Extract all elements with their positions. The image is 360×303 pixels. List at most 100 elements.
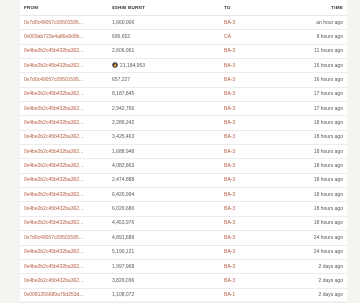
burnt-amount-cell: 3,829,036 xyxy=(108,273,220,289)
burnt-amount: 695,652 xyxy=(112,34,131,41)
to-cell: BA-3 xyxy=(220,230,275,246)
from-address-link[interactable]: 0x4be2b2c45b432ba362... xyxy=(24,163,83,169)
time-cell: 17 hours ago xyxy=(275,87,347,103)
to-link[interactable]: BA-3 xyxy=(224,77,235,83)
burnt-amount-cell: 2,606,961 xyxy=(108,44,220,60)
burnt-amount: 2,606,961 xyxy=(112,48,135,55)
from-address-link[interactable]: 0x4be2b2c45b432ba362... xyxy=(24,177,83,183)
column-header-to: TO xyxy=(220,0,275,16)
to-link[interactable]: BA-3 xyxy=(224,264,235,270)
to-link[interactable]: BA-3 xyxy=(224,235,235,241)
to-cell: BA-3 xyxy=(220,87,275,103)
burnt-amount: 4,891,689 xyxy=(112,234,135,241)
from-address-link[interactable]: 0x4be2b2c45b432ba362... xyxy=(24,120,83,126)
to-link[interactable]: BA-3 xyxy=(224,249,235,255)
to-link[interactable]: BA-3 xyxy=(224,278,235,284)
time-cell: 16 hours ago xyxy=(275,72,347,88)
burnt-amount-cell: 2,289,242 xyxy=(108,115,220,131)
burnt-amount-cell: 1,660,006 xyxy=(108,15,220,31)
burnt-amount: 6,420,994 xyxy=(112,191,135,198)
to-link[interactable]: BA-3 xyxy=(224,206,235,212)
to-cell: BA-3 xyxy=(220,15,275,31)
from-address-link[interactable]: 0x7d0c49057c09501595... xyxy=(24,77,83,83)
from-address-link[interactable]: 0x4be2b2c45b432ba362... xyxy=(24,206,83,212)
time-cell: 2 days ago xyxy=(275,259,347,275)
from-address-link[interactable]: 0x009ab723e4a86e8d0b... xyxy=(24,34,84,40)
burnt-amount: 2,942,766 xyxy=(112,105,135,112)
from-address-link[interactable]: 0x7d0c49057c09501595... xyxy=(24,235,83,241)
from-address-link[interactable]: 0x4be2b2c45b432ba362... xyxy=(24,220,83,226)
table-row: 0x4be2b2c45b432ba362... 3,829,036 BA-3 2 da… xyxy=(20,273,347,289)
fire-icon xyxy=(112,62,118,68)
to-link[interactable]: BA-3 xyxy=(224,20,235,26)
to-link[interactable]: BA-3 xyxy=(224,106,235,112)
table-row: 0x4be2b2c45b432ba362... 21,184,953 BA-3 15 … xyxy=(20,58,347,74)
column-header-time: TIME xyxy=(275,0,347,16)
to-cell: BA-1 xyxy=(220,288,275,303)
table-row: 0x4be2b2c45b432ba362... 1,997,968 BA-3 2 da… xyxy=(20,259,347,275)
from-address-link[interactable]: 0x4be2b2c45b432ba362... xyxy=(24,278,83,284)
to-cell: BA-3 xyxy=(220,115,275,131)
burnt-amount: 1,997,968 xyxy=(112,263,135,270)
burnt-amount: 8,187,845 xyxy=(112,91,135,98)
to-link[interactable]: BA-3 xyxy=(224,177,235,183)
to-link[interactable]: BA-3 xyxy=(224,134,235,140)
time-cell: 18 hours ago xyxy=(275,201,347,217)
time-cell: 18 hours ago xyxy=(275,216,347,232)
burnt-amount: 2,289,242 xyxy=(112,120,135,127)
table-row: 0x4be2b2c45b432ba362... 6,029,680 BA-3 18 h… xyxy=(20,201,347,217)
to-link[interactable]: BA-3 xyxy=(224,120,235,126)
to-link[interactable]: BA-1 xyxy=(224,292,235,298)
burnt-amount: 3,829,036 xyxy=(112,277,135,284)
to-link[interactable]: BA-3 xyxy=(224,91,235,97)
from-address-link[interactable]: 0x4be2b2c45b432ba362... xyxy=(24,264,83,270)
to-cell: BA-3 xyxy=(220,144,275,160)
from-cell: 0x4be2b2c45b432ba362... xyxy=(20,87,108,103)
table-body: 0x7d0c49057c09501595... 1,660,006 BA-3 an h… xyxy=(20,15,347,303)
time-cell: an hour ago xyxy=(275,15,347,31)
burnt-amount-cell: 5,190,121 xyxy=(108,245,220,260)
table-row: 0x4be2b2c45b432ba362... 8,187,845 BA-3 17 h… xyxy=(20,87,347,103)
burnt-amount-cell: 1,997,968 xyxy=(108,259,220,275)
from-address-link[interactable]: 0x4be2b2c45b432ba362... xyxy=(24,48,83,54)
from-address-link[interactable]: 0x4be2b2c45b432ba362... xyxy=(24,192,83,198)
from-cell: 0x009ab723e4a86e8d0b... xyxy=(20,29,108,45)
to-link[interactable]: BA-3 xyxy=(224,220,235,226)
to-cell: BA-3 xyxy=(220,101,275,117)
from-address-link[interactable]: 0x7d0c49057c09501595... xyxy=(24,20,83,26)
from-cell: 0x4be2b2c45b432ba362... xyxy=(20,273,108,289)
from-address-link[interactable]: 0x0081256689a75d253d... xyxy=(24,292,84,298)
from-cell: 0x0081256689a75d253d... xyxy=(20,288,108,303)
to-link[interactable]: BA-3 xyxy=(224,192,235,198)
from-address-link[interactable]: 0x4be2b2c45b432ba362... xyxy=(24,106,83,112)
time-cell: 24 hours ago xyxy=(275,245,347,260)
time-cell: 15 hours ago xyxy=(275,58,347,74)
to-link[interactable]: BA-3 xyxy=(224,163,235,169)
burn-transactions-panel: FROM $SHIB BURNT TO TIME 0x7d0c49057c095… xyxy=(20,0,347,303)
table-row: 0x4be2b2c45b432ba362... 5,190,121 BA-3 24 h… xyxy=(20,245,347,260)
table-row: 0x4be2b2c45b432ba362... 1,688,948 BA-3 18 h… xyxy=(20,144,347,160)
to-cell: BA-3 xyxy=(220,216,275,232)
from-address-link[interactable]: 0x4be2b2c45b432ba362... xyxy=(24,249,83,255)
to-link[interactable]: BA-3 xyxy=(224,48,235,54)
from-address-link[interactable]: 0x4be2b2c45b432ba362... xyxy=(24,149,83,155)
to-link[interactable]: BA-3 xyxy=(224,63,235,69)
table-row: 0x0081256689a75d253d... 1,108,072 BA-1 2 da… xyxy=(20,288,347,303)
burnt-amount: 1,688,948 xyxy=(112,148,135,155)
time-cell: 18 hours ago xyxy=(275,115,347,131)
table-header-row: FROM $SHIB BURNT TO TIME xyxy=(20,0,347,16)
to-link[interactable]: CA xyxy=(224,34,231,40)
burnt-amount: 4,453,976 xyxy=(112,220,135,227)
time-cell: 2 days ago xyxy=(275,288,347,303)
table-row: 0x4be2b2c45b432ba362... 2,474,888 BA-3 18 h… xyxy=(20,173,347,189)
to-link[interactable]: BA-3 xyxy=(224,149,235,155)
burnt-amount-cell: 657,227 xyxy=(108,72,220,88)
from-address-link[interactable]: 0x4be2b2c45b432ba362... xyxy=(24,91,83,97)
time-cell: 8 hours ago xyxy=(275,29,347,45)
table-row: 0x4be2b2c45b432ba362... 2,942,766 BA-3 17 h… xyxy=(20,101,347,117)
from-cell: 0x4be2b2c45b432ba362... xyxy=(20,245,108,260)
from-address-link[interactable]: 0x4be2b2c45b432ba362... xyxy=(24,63,83,69)
burnt-amount: 21,184,953 xyxy=(120,63,146,70)
burnt-amount-cell: 2,474,888 xyxy=(108,173,220,189)
from-address-link[interactable]: 0x4be2b2c45b432ba362... xyxy=(24,134,83,140)
